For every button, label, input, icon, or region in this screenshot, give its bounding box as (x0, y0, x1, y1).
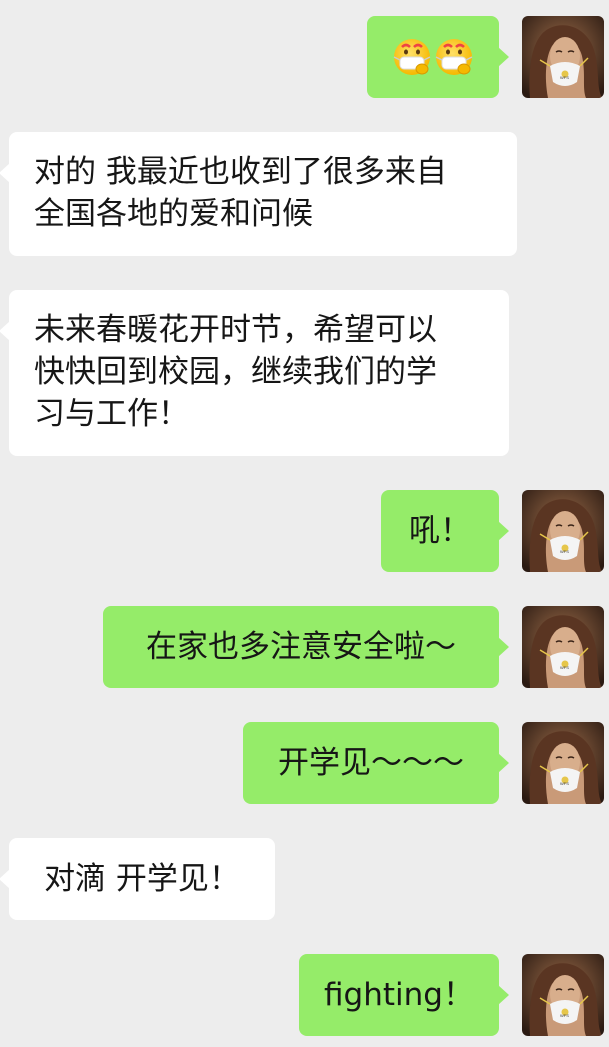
message-line: 快快回到校园，继续我们的学 (34, 354, 437, 390)
bubble-tail (498, 753, 509, 773)
message-line: 未来春暖花开时节，希望可以 (34, 312, 437, 348)
bubble-tail (498, 47, 509, 67)
message-bubble-incoming[interactable]: 未来春暖花开时节，希望可以 快快回到校园，继续我们的学 习与工作！ (0, 290, 509, 456)
bubble-tail (0, 163, 10, 183)
message-text: 对滴 开学见！ (44, 861, 240, 897)
bubble-tail (498, 985, 509, 1005)
bubble-tail (0, 321, 10, 341)
message-line: 习与工作！ (34, 396, 189, 432)
my-avatar[interactable] (522, 16, 604, 98)
message-bubble-outgoing[interactable]: fighting！ (299, 954, 509, 1036)
message-line: 全国各地的爱和问候 (34, 196, 313, 232)
message-bubble-outgoing[interactable] (367, 16, 509, 98)
message-bubble-outgoing[interactable]: 开学见～～～ (243, 722, 509, 804)
message-bubble-incoming[interactable]: 对滴 开学见！ (0, 838, 275, 920)
message-text: 开学见～～～ (278, 745, 464, 781)
masked-woman-avatar-icon (522, 16, 604, 98)
bubble-tail (0, 869, 10, 889)
bubble-tail (498, 637, 509, 657)
masked-woman-avatar-icon (522, 606, 604, 688)
my-avatar[interactable] (522, 722, 604, 804)
message-text: 在家也多注意安全啦～ (146, 629, 456, 665)
my-avatar[interactable] (522, 954, 604, 1036)
message-text: fighting！ (324, 977, 474, 1013)
masked-woman-avatar-icon (522, 490, 604, 572)
message-bubble-outgoing[interactable]: 吼！ (381, 490, 509, 572)
bubble-tail (498, 521, 509, 541)
my-avatar[interactable] (522, 490, 604, 572)
message-bubble-outgoing[interactable]: 在家也多注意安全啦～ (103, 606, 509, 688)
masked-woman-avatar-icon (522, 954, 604, 1036)
emoji-row (367, 16, 499, 98)
mask-face-emoji-icon (392, 37, 432, 77)
message-bubble-incoming[interactable]: 对的 我最近也收到了很多来自 全国各地的爱和问候 (0, 132, 517, 256)
masked-woman-avatar-icon (522, 722, 604, 804)
message-text: 吼！ (409, 513, 471, 549)
mask-face-emoji-icon (434, 37, 474, 77)
message-line: 对的 我最近也收到了很多来自 (34, 154, 447, 190)
my-avatar[interactable] (522, 606, 604, 688)
